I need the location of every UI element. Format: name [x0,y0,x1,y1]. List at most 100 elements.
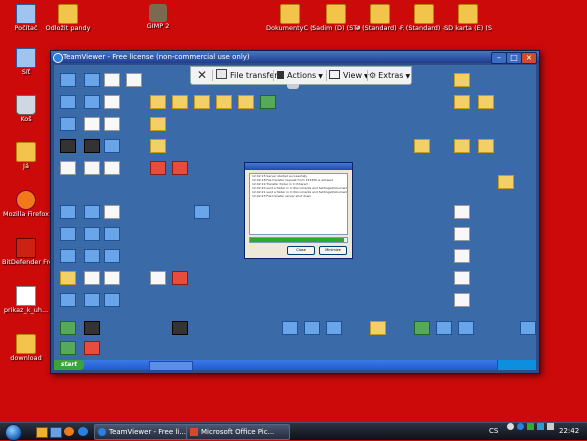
desktop-icon-download[interactable]: download [2,334,50,362]
remote-desktop-icon[interactable] [194,95,210,109]
remote-desktop-icon[interactable] [84,95,100,109]
desktop-icon-dokumenty[interactable]: DokumentyC (STANDAX... [266,4,314,32]
desktop-icon-bitdefender[interactable]: BitDefender Free Edit... [2,238,50,266]
desktop-icon-e-shortcut[interactable]: e (Standard) - zástupce [356,4,404,32]
remote-desktop-icon[interactable] [478,95,494,109]
remote-desktop-icon[interactable] [326,321,342,335]
toolbar-collapse-handle[interactable] [287,84,299,89]
desktop-icon-gimp[interactable]: GIMP 2 [134,4,182,30]
teamviewer-titlebar[interactable]: TeamViewer - Free license (non-commercia… [51,51,539,64]
remote-desktop-icon[interactable] [126,73,142,87]
remote-desktop-icon[interactable] [84,321,100,335]
remote-desktop-icon[interactable] [498,175,514,189]
language-indicator[interactable]: CS [489,423,498,440]
quicklaunch-teamviewer-icon[interactable] [78,427,88,436]
remote-task-button[interactable] [149,361,193,371]
remote-desktop-icon[interactable] [104,161,120,175]
remote-desktop-icon[interactable] [60,117,76,131]
remote-desktop-icon[interactable] [84,341,100,355]
remote-desktop-icon[interactable] [104,117,120,131]
view-menu[interactable]: View▼ [329,67,369,84]
remote-desktop-icon[interactable] [454,139,470,153]
extras-menu[interactable]: ⚙ Extras ▼ [369,67,410,84]
remote-desktop-icon[interactable] [104,293,120,307]
remote-desktop-icon[interactable] [436,321,452,335]
remote-desktop-icon[interactable] [150,271,166,285]
dialog-close-button[interactable]: Close [287,246,315,255]
remote-desktop-icon[interactable] [414,139,430,153]
remote-desktop-icon[interactable] [104,95,120,109]
start-button[interactable] [3,423,23,441]
remote-desktop-icon[interactable] [60,293,76,307]
remote-desktop-icon[interactable] [238,95,254,109]
remote-desktop-icon[interactable] [150,161,166,175]
desktop-icon-computer[interactable]: Počítač [2,4,50,32]
desktop-icon-f-shortcut[interactable]: F (Standard) - zástupce [400,4,448,32]
remote-desktop-icon[interactable] [216,95,232,109]
remote-desktop-icon[interactable] [60,271,76,285]
remote-desktop-icon[interactable] [172,161,188,175]
quicklaunch-firefox-icon[interactable] [64,427,74,436]
remote-desktop-icon[interactable] [84,117,100,131]
desktop-icon-recycle-bin[interactable]: Koš [2,95,50,123]
remote-desktop-icon[interactable] [84,73,100,87]
file-transfer-button[interactable]: File transfer [216,67,278,84]
remote-desktop-icon[interactable] [454,95,470,109]
remote-desktop-icon[interactable] [520,321,536,335]
remote-desktop-icon[interactable] [454,293,470,307]
desktop-icon-odlozit[interactable]: Odložit pandy [44,4,92,32]
actions-menu[interactable]: Actions ▼ [277,67,323,84]
remote-desktop-icon[interactable] [60,95,76,109]
remote-desktop-icon[interactable] [60,321,76,335]
remote-desktop-icon[interactable] [454,249,470,263]
remote-desktop-icon[interactable] [104,73,120,87]
close-connection-icon[interactable]: ✕ [197,67,207,84]
desktop-icon-firefox[interactable]: Mozilla Firefox [2,190,50,218]
remote-desktop-icon[interactable] [172,271,188,285]
remote-desktop-icon[interactable] [458,321,474,335]
remote-desktop-icon[interactable] [84,161,100,175]
remote-desktop-icon[interactable] [84,271,100,285]
remote-desktop-icon[interactable] [260,95,276,109]
remote-desktop-icon[interactable] [104,271,120,285]
remote-desktop-icon[interactable] [172,321,188,335]
desktop-icon-ja[interactable]: Já [2,142,50,170]
remote-start-button[interactable]: start [54,360,84,370]
remote-desktop-icon[interactable] [60,161,76,175]
taskbar-button-office-picture[interactable]: Microsoft Office Pic... [186,424,290,440]
close-button[interactable]: × [521,52,537,64]
remote-desktop-icon[interactable] [84,293,100,307]
remote-desktop-icon[interactable] [454,73,470,87]
remote-desktop-icon[interactable] [104,139,120,153]
remote-desktop-icon[interactable] [454,205,470,219]
remote-desktop-icon[interactable] [84,139,100,153]
tray-icon[interactable] [507,423,514,430]
remote-desktop-icon[interactable] [84,227,100,241]
remote-desktop-icon[interactable] [370,321,386,335]
remote-desktop-icon[interactable] [282,321,298,335]
dialog-minimize-button[interactable]: Minimize [319,246,347,255]
remote-desktop-icon[interactable] [104,249,120,263]
dialog-titlebar[interactable] [245,163,352,170]
tray-icon[interactable] [527,423,534,430]
maximize-button[interactable]: □ [506,52,522,64]
file-transfer-dialog[interactable]: 12:02:15 Server started successfully 12:… [244,162,353,259]
remote-desktop-icon[interactable] [194,205,210,219]
remote-desktop-icon[interactable] [60,139,76,153]
remote-desktop-icon[interactable] [60,227,76,241]
remote-desktop-icon[interactable] [60,205,76,219]
remote-desktop-icon[interactable] [60,249,76,263]
remote-desktop-icon[interactable] [60,341,76,355]
remote-desktop-icon[interactable] [414,321,430,335]
desktop-icon-sadim[interactable]: Sadim (D) (STANDAX... [312,4,360,32]
remote-desktop-icon[interactable] [150,117,166,131]
remote-desktop-view[interactable]: 12:02:15 Server started successfully 12:… [54,65,536,371]
clock[interactable]: 22:42 [559,423,579,440]
network-icon[interactable] [537,423,544,430]
remote-desktop-icon[interactable] [454,271,470,285]
taskbar-button-teamviewer[interactable]: TeamViewer - Free li... [94,424,198,440]
remote-desktop-icon[interactable] [478,139,494,153]
remote-desktop-icon[interactable] [150,139,166,153]
tray-icon[interactable] [517,423,524,430]
desktop-icon-network[interactable]: Síť [2,48,50,76]
